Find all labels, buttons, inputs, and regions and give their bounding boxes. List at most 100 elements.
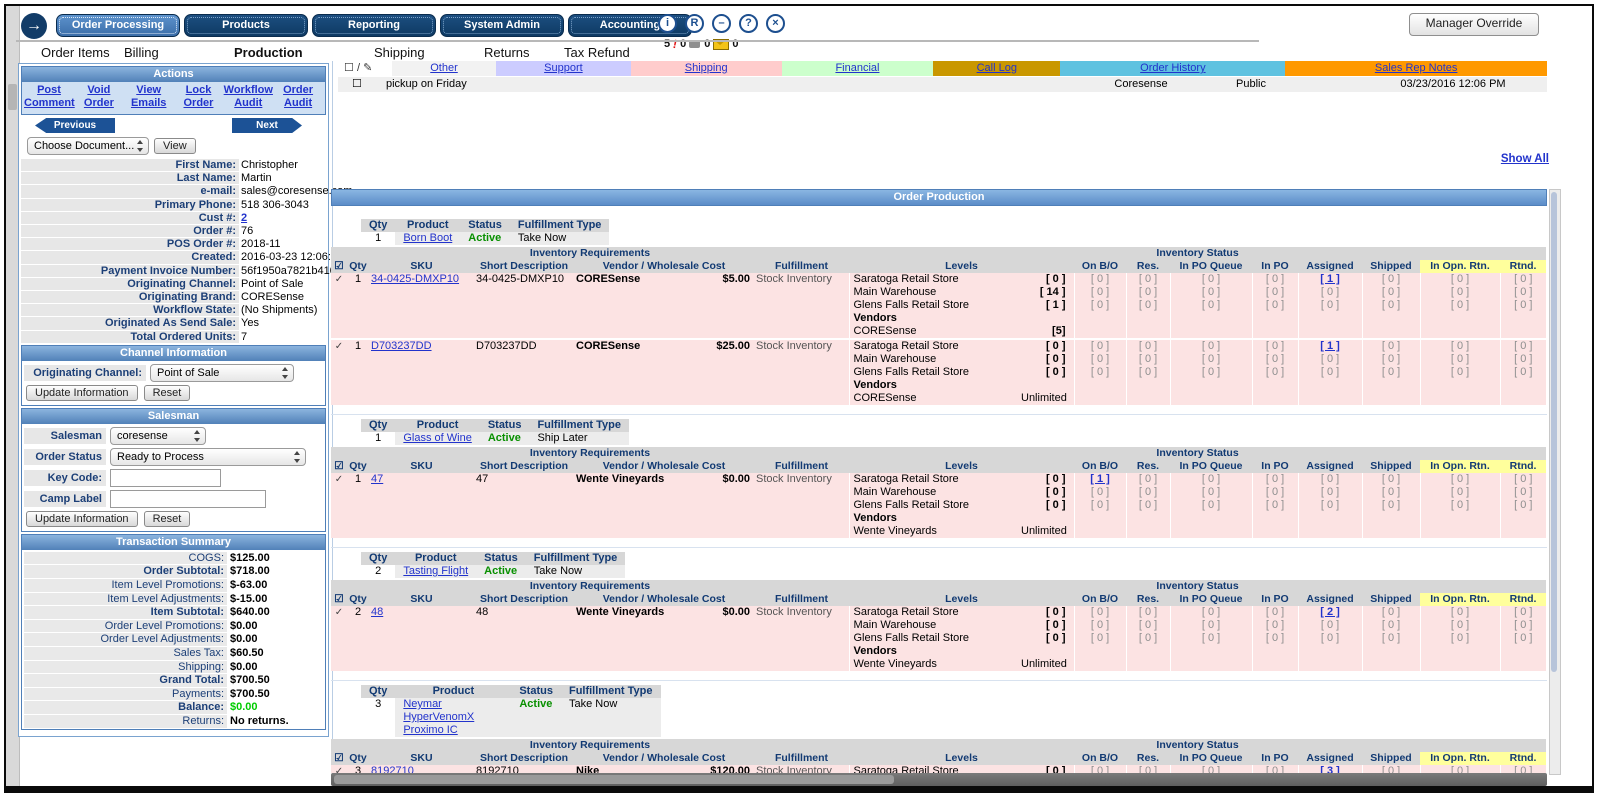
product-link[interactable]: Neymar HyperVenomX Proximo IC: [403, 698, 474, 736]
channel-update-button[interactable]: Update Information: [26, 385, 138, 401]
inventory-status-link[interactable]: [ 3 ]: [1320, 765, 1340, 773]
view-document-button[interactable]: View: [154, 138, 196, 154]
production-horizontal-scrollbar[interactable]: [331, 773, 1547, 786]
sku-link[interactable]: D703237DD: [371, 340, 432, 352]
col-rtnd-: Rtnd.: [1500, 460, 1546, 473]
comment-author: Coresense: [1081, 77, 1201, 92]
status-cell: [ 0 ]: [1074, 486, 1126, 499]
detail-label: First Name:: [21, 159, 239, 171]
product-link[interactable]: Born Boot: [403, 232, 452, 244]
status-cell: [ 0 ]: [1126, 299, 1170, 312]
info-icon[interactable]: i: [658, 14, 677, 33]
inventory-table: Inventory RequirementsInventory Status☑Q…: [331, 247, 1546, 405]
choose-document-select[interactable]: Choose Document...: [27, 137, 149, 155]
level-qty: [5]: [1019, 325, 1074, 339]
vertical-scroll-thumb[interactable]: [1551, 192, 1557, 672]
comment-tab-link[interactable]: Sales Rep Notes: [1375, 62, 1458, 74]
camp-label-input[interactable]: [110, 490, 266, 508]
product-link[interactable]: Tasting Flight: [403, 565, 468, 577]
item-selected-check[interactable]: ✓: [331, 273, 347, 339]
transaction-summary-rows: COGS:$125.00Order Subtotal:$718.00Item L…: [24, 552, 323, 728]
inventory-status-link[interactable]: [ 2 ]: [1320, 606, 1340, 618]
production-groups: QtyProductStatusFulfillment Type1Born Bo…: [331, 215, 1547, 773]
minimize-icon[interactable]: –: [712, 14, 731, 33]
top-tab-system-admin[interactable]: System Admin: [440, 14, 564, 37]
comment-edit-icon[interactable]: ✎: [363, 62, 372, 74]
salesman-reset-button[interactable]: Reset: [144, 511, 191, 527]
left-scroll-thumb[interactable]: [8, 84, 17, 110]
sub-tab-production[interactable]: Production: [234, 45, 303, 60]
action-link-void-order[interactable]: Void Order: [74, 84, 124, 110]
item-selected-check[interactable]: ✓: [331, 765, 347, 773]
horizontal-scroll-thumb[interactable]: [334, 775, 894, 784]
status-cell: [ 0 ]: [1420, 273, 1500, 286]
manager-override-button[interactable]: Manager Override: [1409, 13, 1539, 36]
product-link[interactable]: Glass of Wine: [403, 432, 471, 444]
refresh-icon[interactable]: R: [685, 14, 704, 33]
comment-checkbox[interactable]: ☐: [352, 77, 362, 92]
detail-value-link[interactable]: 2: [241, 212, 247, 224]
comment-tab-link[interactable]: Other: [430, 62, 458, 74]
key-code-input[interactable]: [110, 469, 221, 487]
sku-link[interactable]: 48: [371, 606, 383, 618]
sku-link[interactable]: 34-0425-DMXP10: [371, 273, 459, 285]
production-vertical-scrollbar[interactable]: [1549, 189, 1561, 775]
salesman-select[interactable]: coresense: [110, 427, 206, 445]
sub-tab-billing[interactable]: Billing: [124, 45, 159, 60]
select-all-checkbox[interactable]: ☐: [344, 62, 354, 74]
col-in-po: In PO: [1252, 260, 1298, 273]
order-status-select[interactable]: Ready to Process: [110, 448, 306, 466]
sub-tab-order-items[interactable]: Order Items: [41, 45, 110, 60]
select-all-items-checkbox[interactable]: ☑: [331, 593, 347, 606]
show-all-link[interactable]: Show All: [1474, 153, 1549, 165]
action-link-lock-order[interactable]: Lock Order: [174, 84, 224, 110]
col-on-b-o: On B/O: [1074, 593, 1126, 606]
comment-tab-link[interactable]: Shipping: [685, 62, 728, 74]
sku-link[interactable]: 8192710: [371, 765, 414, 773]
top-tab-order-processing[interactable]: Order Processing: [56, 14, 180, 37]
level-qty: [ 0 ]: [1019, 486, 1074, 499]
product-col-header: Qty: [361, 685, 395, 698]
sku-link[interactable]: 47: [371, 473, 383, 485]
comment-tab-link[interactable]: Order History: [1140, 62, 1205, 74]
salesman-update-button[interactable]: Update Information: [26, 511, 138, 527]
item-selected-check[interactable]: ✓: [331, 606, 347, 671]
top-tab-reporting[interactable]: Reporting: [312, 14, 436, 37]
next-order-button[interactable]: Next: [232, 118, 302, 133]
sub-tab-returns[interactable]: Returns: [484, 45, 530, 60]
comment-tabs: ☐ / ✎ OtherSupportShippingFinancialCall …: [338, 61, 1547, 76]
inventory-status-link[interactable]: [ 1 ]: [1320, 340, 1340, 352]
item-selected-check[interactable]: ✓: [331, 473, 347, 538]
summary-value: $700.50: [227, 688, 270, 701]
select-all-items-checkbox[interactable]: ☑: [331, 460, 347, 473]
close-icon[interactable]: ×: [766, 14, 785, 33]
product-status: Active: [476, 565, 526, 578]
help-icon[interactable]: ?: [739, 14, 758, 33]
select-all-items-checkbox[interactable]: ☑: [331, 260, 347, 273]
action-link-order-audit[interactable]: Order Audit: [273, 84, 323, 110]
originating-channel-select[interactable]: Point of Sale: [150, 364, 294, 382]
sub-tab-tax-refund[interactable]: Tax Refund: [564, 45, 630, 60]
action-link-workflow-audit[interactable]: Workflow Audit: [223, 84, 273, 110]
status-cell: [1074, 645, 1126, 658]
detail-value: 76: [239, 225, 253, 237]
top-tab-products[interactable]: Products: [184, 14, 308, 37]
detail-value: 7: [239, 331, 247, 343]
level-qty: [ 0 ]: [1019, 366, 1074, 379]
status-cell: [1126, 312, 1170, 325]
comments-section: ☐ / ✎ OtherSupportShippingFinancialCall …: [338, 61, 1547, 92]
summary-value: $700.50: [227, 674, 270, 687]
comment-tab-link[interactable]: Call Log: [977, 62, 1017, 74]
inventory-status-link[interactable]: [ 1 ]: [1320, 273, 1340, 285]
select-all-items-checkbox[interactable]: ☑: [331, 752, 347, 765]
action-link-view-emails[interactable]: View Emails: [124, 84, 174, 110]
comment-tab-link[interactable]: Support: [544, 62, 583, 74]
col-in-po-queue: In PO Queue: [1170, 460, 1252, 473]
channel-reset-button[interactable]: Reset: [144, 385, 191, 401]
sub-tab-shipping[interactable]: Shipping: [374, 45, 425, 60]
comment-tab-link[interactable]: Financial: [835, 62, 879, 74]
item-selected-check[interactable]: ✓: [331, 339, 347, 405]
action-link-post-comment[interactable]: Post Comment: [24, 84, 74, 110]
inventory-status-link[interactable]: [ 1 ]: [1090, 473, 1110, 485]
previous-order-button[interactable]: Previous: [35, 118, 115, 133]
